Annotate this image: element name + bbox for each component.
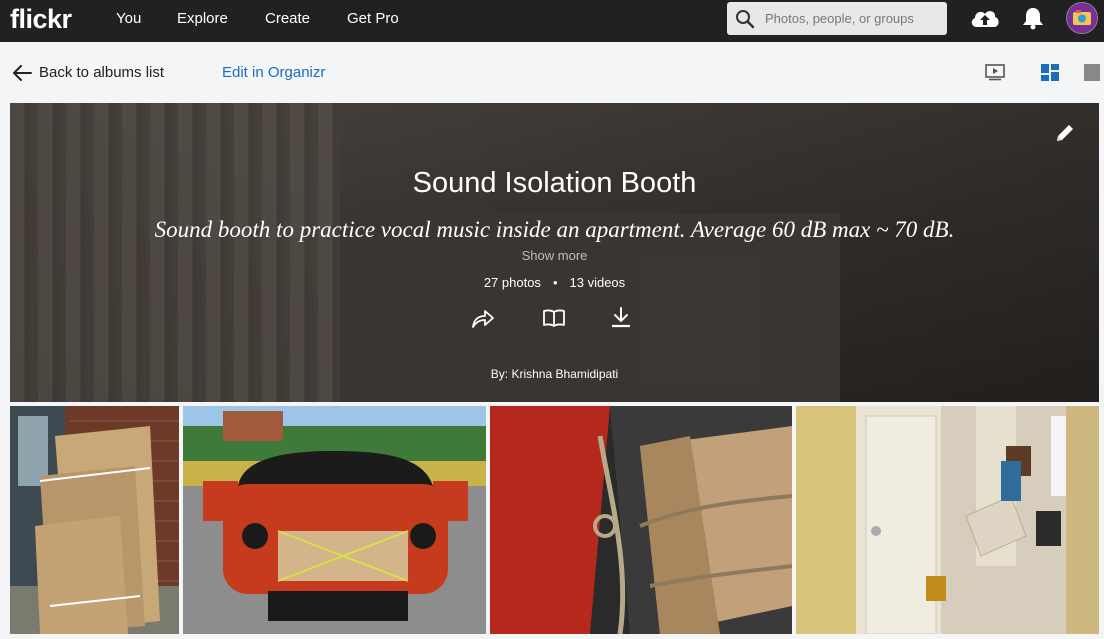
back-to-albums-link[interactable]: Back to albums list bbox=[12, 64, 164, 81]
bell-icon[interactable] bbox=[1022, 6, 1044, 35]
grid-icon[interactable] bbox=[1041, 64, 1059, 86]
edit-pencil-icon[interactable] bbox=[1055, 123, 1075, 148]
top-nav: flickr You Explore Create Get Pro bbox=[0, 0, 1104, 42]
nav-create[interactable]: Create bbox=[265, 10, 310, 27]
album-byline[interactable]: By: Krishna Bhamidipati bbox=[10, 367, 1099, 381]
show-more-link[interactable]: Show more bbox=[10, 248, 1099, 263]
album-counts: 27 photos • 13 videos bbox=[483, 275, 626, 290]
album-title: Sound Isolation Booth bbox=[412, 167, 697, 199]
slideshow-icon[interactable] bbox=[985, 64, 1005, 86]
avatar[interactable] bbox=[1066, 2, 1098, 34]
upload-cloud-icon[interactable] bbox=[969, 6, 1001, 35]
search-box[interactable] bbox=[727, 2, 947, 35]
arrow-left-icon bbox=[13, 64, 32, 81]
photo-boxes-against-wall[interactable] bbox=[10, 406, 179, 634]
album-description: Sound booth to practice vocal music insi… bbox=[154, 217, 955, 242]
photo-apartment-doorway[interactable] bbox=[796, 406, 1099, 634]
search-input[interactable] bbox=[763, 10, 937, 27]
album-hero: Sound Isolation Booth Sound booth to pra… bbox=[10, 103, 1099, 402]
photo-box-in-car-interior[interactable] bbox=[490, 406, 792, 634]
flickr-logo[interactable]: flickr bbox=[10, 4, 72, 35]
nav-you[interactable]: You bbox=[116, 10, 141, 27]
edit-in-organizr-link[interactable]: Edit in Organizr bbox=[222, 64, 325, 81]
download-icon[interactable] bbox=[610, 307, 632, 334]
nav-explore[interactable]: Explore bbox=[177, 10, 228, 27]
videos-count: 13 videos bbox=[569, 275, 626, 290]
share-icon[interactable] bbox=[471, 307, 495, 334]
book-icon[interactable] bbox=[542, 307, 566, 334]
single-view-icon[interactable] bbox=[1084, 64, 1100, 86]
album-subnav: Back to albums list Edit in Organizr bbox=[0, 42, 1104, 102]
photo-car-with-box[interactable] bbox=[183, 406, 486, 634]
photos-count: 27 photos bbox=[483, 275, 541, 290]
search-icon[interactable] bbox=[727, 9, 763, 29]
nav-get-pro[interactable]: Get Pro bbox=[347, 10, 399, 27]
back-label: Back to albums list bbox=[39, 64, 165, 81]
